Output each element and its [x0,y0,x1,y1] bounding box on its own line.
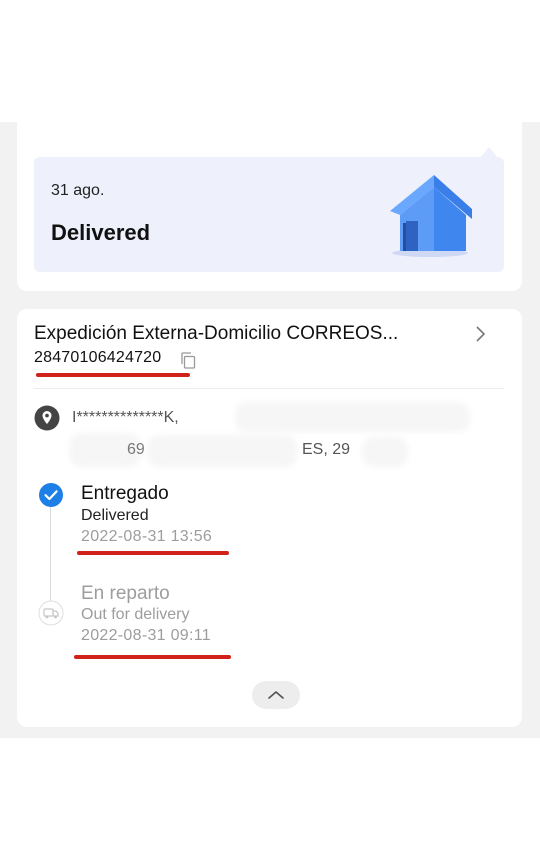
divider [34,388,504,389]
chevron-right-icon[interactable] [470,324,490,344]
red-annotation-underline [74,655,231,659]
tracking-number: 28470106424720 [34,349,162,366]
timeline-connector [50,505,51,610]
status-date: 31 ago. [51,182,105,199]
red-annotation-underline [77,551,229,555]
location-pin-icon [34,405,60,431]
truck-icon [38,600,64,626]
redacted-address-block [147,435,297,467]
event-title: En reparto [81,583,170,604]
carrier-title[interactable]: Expedición Externa-Domicilio CORREOS... [34,323,398,345]
shipment-card: Expedición Externa-Domicilio CORREOS... … [17,309,522,727]
event-subtitle: Out for delivery [81,606,190,623]
red-annotation-underline [36,373,190,377]
copy-icon[interactable] [180,352,196,369]
status-title: Delivered [51,220,151,245]
banner-pointer [480,147,498,158]
address-line-1: I**************K, [72,409,179,426]
chevron-up-icon [268,691,284,699]
event-time: 2022-08-31 09:11 [81,627,211,644]
status-card: 31 ago. Delivered [17,122,522,291]
delivery-status-banner: 31 ago. Delivered [34,147,504,272]
check-circle-icon [39,483,63,507]
address-line-2-prefix: 69 [127,441,145,458]
address-line-2: ES, 29 [302,441,351,458]
house-icon [390,175,472,257]
collapse-button[interactable] [252,681,300,709]
redacted-address-block [362,437,408,467]
tracking-row: 28470106424720 [34,349,196,371]
redacted-address-block [235,402,470,432]
event-time: 2022-08-31 13:56 [81,528,213,545]
event-title: Entregado [81,483,169,504]
event-subtitle: Delivered [81,507,149,524]
